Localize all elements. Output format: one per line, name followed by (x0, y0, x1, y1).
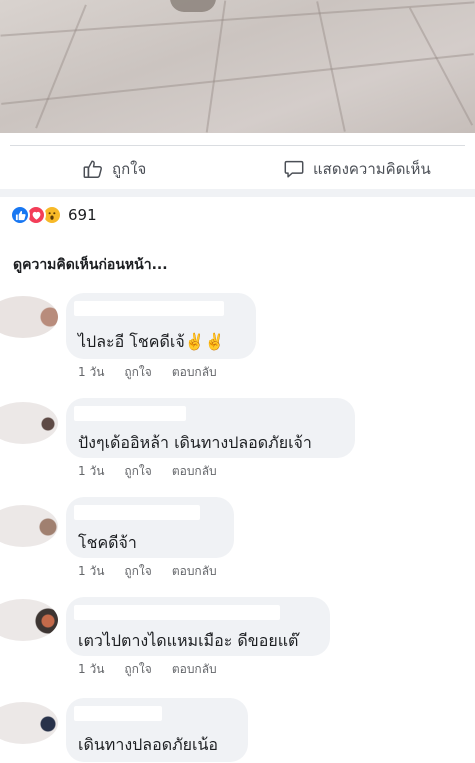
floor-tile-line (1, 53, 474, 105)
comment-meta: 1 วัน ถูกใจ ตอบกลับ (78, 462, 217, 481)
commenter-name-redacted[interactable] (74, 605, 280, 620)
post-photo[interactable] (0, 0, 475, 133)
comment-reply-button[interactable]: ตอบกลับ (172, 462, 217, 481)
avatar[interactable] (0, 296, 58, 338)
comment-bubble: โชคดีจ้า (66, 497, 234, 558)
like-button-label: ถูกใจ (112, 160, 147, 178)
comment-button[interactable]: แสดงความคิดเห็น (283, 158, 475, 180)
reaction-count: 691 (68, 206, 97, 224)
thumbs-up-icon (82, 158, 104, 180)
reaction-summary[interactable]: 691 (10, 204, 97, 226)
comment-time[interactable]: 1 วัน (78, 363, 104, 382)
speech-bubble-icon (283, 158, 305, 180)
comment-bubble: เตวไปตางไดแหมเมือะ ดีขอยแต๊ (66, 597, 330, 656)
comment-like-button[interactable]: ถูกใจ (124, 363, 151, 382)
comment-reply-button[interactable]: ตอบกลับ (172, 660, 217, 679)
comment-button-label: แสดงความคิดเห็น (313, 160, 431, 178)
comment-text: ปังๆเด้ออิหล้า เดินทางปลอดภัยเจ้า (78, 433, 312, 452)
like-reaction-icon (10, 205, 30, 225)
comment-meta: 1 วัน ถูกใจ ตอบกลับ (78, 562, 217, 581)
comment-meta: 1 วัน ถูกใจ ตอบกลับ (78, 660, 217, 679)
comment-bubble: เดินทางปลอดภัยเน้อ (66, 698, 248, 762)
commenter-name-redacted[interactable] (74, 406, 186, 421)
commenter-name-redacted[interactable] (74, 706, 162, 721)
section-separator (0, 189, 475, 197)
comment-text: เตวไปตางไดแหมเมือะ ดีขอยแต๊ (78, 631, 299, 650)
comment-text: เดินทางปลอดภัยเน้อ (78, 735, 219, 754)
comment-time[interactable]: 1 วัน (78, 462, 104, 481)
view-previous-comments-link[interactable]: ดูความคิดเห็นก่อนหน้า... (13, 254, 168, 276)
commenter-name-redacted[interactable] (74, 301, 224, 316)
avatar[interactable] (0, 599, 58, 641)
comment-like-button[interactable]: ถูกใจ (124, 562, 151, 581)
avatar[interactable] (0, 505, 58, 547)
comment-reply-button[interactable]: ตอบกลับ (172, 562, 217, 581)
comment-like-button[interactable]: ถูกใจ (124, 462, 151, 481)
commenter-name-redacted[interactable] (74, 505, 200, 520)
comment-meta: 1 วัน ถูกใจ ตอบกลับ (78, 363, 217, 382)
like-button[interactable]: ถูกใจ (82, 158, 146, 180)
comment-text: ไปละอี โชคดีเจ้✌️✌️ (78, 332, 225, 351)
comment-bubble: ปังๆเด้ออิหล้า เดินทางปลอดภัยเจ้า (66, 398, 355, 458)
floor-tile-line (0, 1, 475, 37)
comment-bubble: ไปละอี โชคดีเจ้✌️✌️ (66, 293, 256, 359)
comment-like-button[interactable]: ถูกใจ (124, 660, 151, 679)
post-action-bar: ถูกใจ แสดงความคิดเห็น (0, 146, 475, 190)
comment-time[interactable]: 1 วัน (78, 660, 104, 679)
comment-text: โชคดีจ้า (78, 533, 137, 552)
floor-tile-line (35, 4, 87, 129)
comment-reply-button[interactable]: ตอบกลับ (172, 363, 217, 382)
comment-time[interactable]: 1 วัน (78, 562, 104, 581)
photo-object (170, 0, 216, 12)
avatar[interactable] (0, 702, 58, 744)
floor-tile-line (408, 7, 474, 126)
avatar[interactable] (0, 402, 58, 444)
